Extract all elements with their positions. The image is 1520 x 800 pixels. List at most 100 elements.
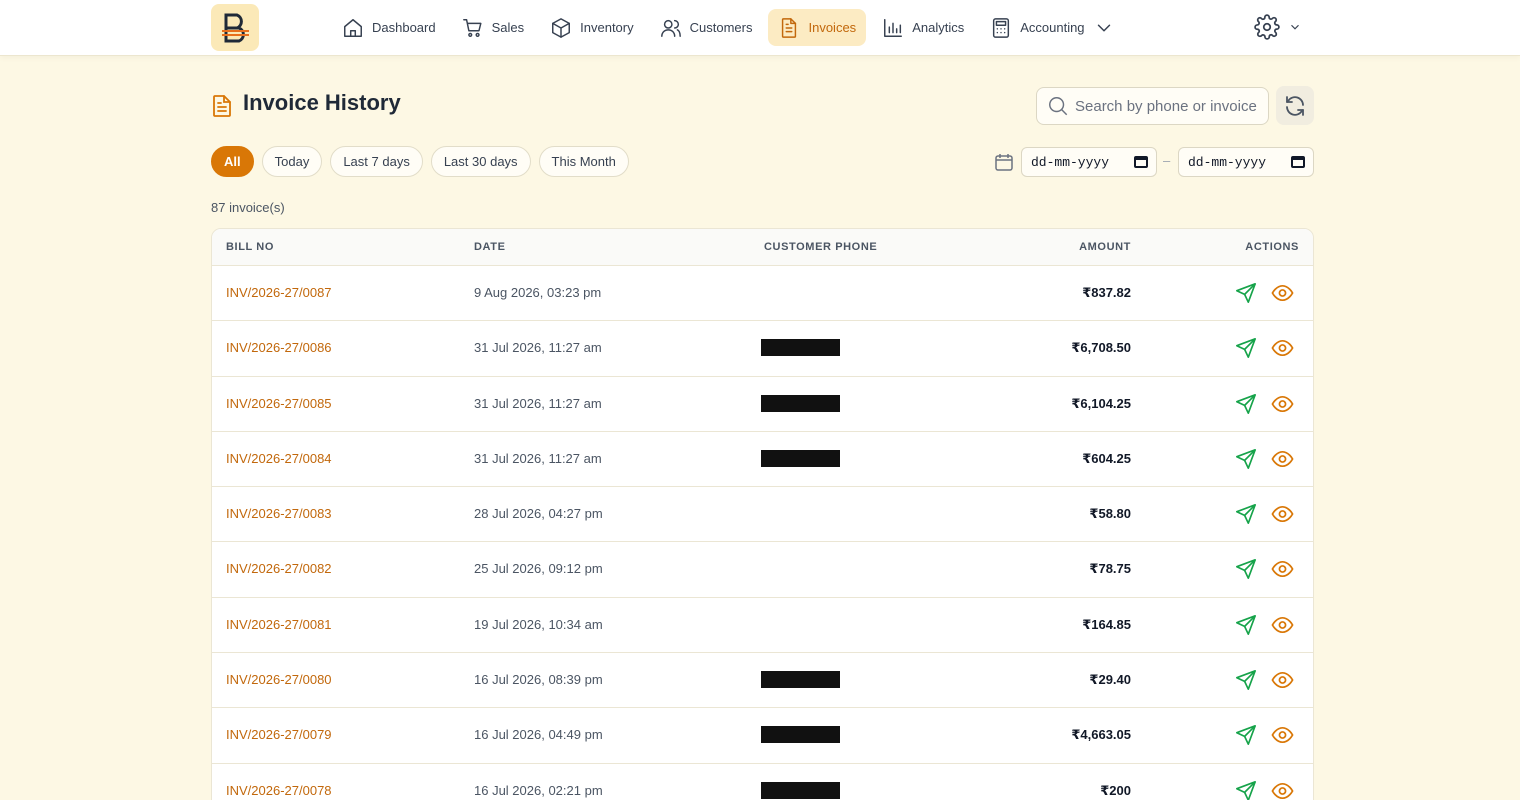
eye-icon[interactable] [1271, 283, 1294, 303]
eye-icon[interactable] [1271, 725, 1294, 745]
nav-label: Analytics [912, 20, 965, 35]
nav-item-inventory[interactable]: Inventory [540, 9, 643, 46]
invoice-amount: ₹164.85 [1082, 616, 1131, 632]
search-input[interactable] [1075, 97, 1260, 115]
bill-number-link[interactable]: INV/2026-27/0085 [226, 396, 332, 411]
customer-phone-redacted [761, 339, 840, 357]
invoice-date: 16 Jul 2026, 02:21 pm [474, 782, 603, 798]
table-row[interactable]: INV/2026-27/0080 16 Jul 2026, 08:39 pm ₹29… [212, 653, 1313, 709]
table-row[interactable]: INV/2026-27/0079 16 Jul 2026, 04:49 pm ₹4,… [212, 708, 1313, 764]
send-icon[interactable] [1235, 448, 1257, 470]
invoice-date: 31 Jul 2026, 11:27 am [474, 340, 602, 356]
settings-menu-button[interactable] [1254, 14, 1302, 40]
bill-number-link[interactable]: INV/2026-27/0086 [226, 340, 332, 355]
bill-number-link[interactable]: INV/2026-27/0078 [226, 783, 332, 798]
column-header-date[interactable]: DATE [474, 241, 506, 253]
nav-item-customers[interactable]: Customers [650, 9, 763, 46]
send-icon[interactable] [1235, 614, 1257, 636]
nav-label: Invoices [808, 20, 857, 35]
column-header-customer-phone[interactable]: CUSTOMER PHONE [764, 241, 877, 253]
eye-icon[interactable] [1271, 449, 1294, 469]
date-to-input[interactable]: dd-mm-yyyy [1178, 147, 1314, 177]
chevron-down-icon [1291, 24, 1299, 30]
search-box[interactable] [1036, 87, 1269, 125]
app-logo[interactable] [211, 4, 259, 51]
send-icon[interactable] [1235, 724, 1257, 746]
date-filter-chips: All Today Last 7 days Last 30 days This … [211, 146, 637, 177]
invoice-amount: ₹604.25 [1082, 450, 1131, 466]
invoice-date: 28 Jul 2026, 04:27 pm [474, 506, 603, 522]
nav-item-accounting[interactable]: Accounting [980, 9, 1132, 46]
send-icon[interactable] [1235, 780, 1257, 800]
invoice-date: 16 Jul 2026, 04:49 pm [474, 727, 603, 743]
invoice-date: 19 Jul 2026, 10:34 am [474, 616, 603, 632]
filter-chip-this-month[interactable]: This Month [538, 146, 629, 177]
invoice-amount: ₹200 [1100, 782, 1131, 798]
search-icon [1049, 97, 1068, 116]
send-icon[interactable] [1235, 558, 1257, 580]
nav-item-dashboard[interactable]: Dashboard [332, 9, 446, 46]
nav-label: Accounting [1020, 20, 1085, 35]
bill-number-link[interactable]: INV/2026-27/0084 [226, 451, 332, 466]
invoice-amount: ₹58.80 [1089, 506, 1131, 522]
filter-chip-last-7-days[interactable]: Last 7 days [330, 146, 423, 177]
filter-chip-today[interactable]: Today [261, 146, 323, 177]
column-header-actions: ACTIONS [1245, 241, 1299, 253]
nav-label: Dashboard [372, 20, 436, 35]
date-picker-icon[interactable] [1291, 156, 1305, 168]
table-row[interactable]: INV/2026-27/0086 31 Jul 2026, 11:27 am ₹6,… [212, 321, 1313, 377]
table-row[interactable]: INV/2026-27/0078 16 Jul 2026, 02:21 pm ₹20… [212, 764, 1313, 800]
invoice-amount: ₹837.82 [1082, 285, 1131, 300]
table-row[interactable]: INV/2026-27/0087 9 Aug 2026, 03:23 pm ₹837… [212, 266, 1313, 322]
invoice-amount: ₹4,663.05 [1071, 727, 1131, 743]
nav-item-sales[interactable]: Sales [452, 9, 535, 46]
date-from-placeholder: dd-mm-yyyy [1031, 154, 1110, 170]
bill-number-link[interactable]: INV/2026-27/0082 [226, 561, 332, 576]
customer-phone-redacted [761, 449, 840, 467]
filter-chip-last-30-days[interactable]: Last 30 days [430, 146, 531, 177]
table-row[interactable]: INV/2026-27/0084 31 Jul 2026, 11:27 am ₹60… [212, 432, 1313, 488]
bill-number-link[interactable]: INV/2026-27/0079 [226, 727, 332, 742]
send-icon[interactable] [1235, 282, 1257, 304]
send-icon[interactable] [1235, 503, 1257, 525]
nav-label: Inventory [580, 20, 634, 35]
invoice-document-icon [213, 95, 231, 117]
send-icon[interactable] [1235, 669, 1257, 691]
eye-icon[interactable] [1271, 559, 1294, 579]
nav-item-analytics[interactable]: Analytics [872, 9, 974, 46]
invoice-amount: ₹78.75 [1089, 561, 1131, 577]
table-row[interactable]: INV/2026-27/0085 31 Jul 2026, 11:27 am ₹6,… [212, 377, 1313, 432]
column-header-bill-no[interactable]: BILL NO [226, 241, 274, 253]
table-row[interactable]: INV/2026-27/0082 25 Jul 2026, 09:12 pm ₹78… [212, 542, 1313, 598]
table-row[interactable]: INV/2026-27/0081 19 Jul 2026, 10:34 am ₹16… [212, 598, 1313, 654]
eye-icon[interactable] [1271, 338, 1294, 358]
home-icon [344, 18, 362, 37]
bill-number-link[interactable]: INV/2026-27/0081 [226, 617, 332, 632]
date-picker-icon[interactable] [1134, 156, 1148, 168]
invoice-date: 16 Jul 2026, 08:39 pm [474, 672, 603, 688]
date-from-input[interactable]: dd-mm-yyyy [1021, 147, 1157, 177]
calendar-icon [995, 154, 1013, 171]
bill-number-link[interactable]: INV/2026-27/0083 [226, 506, 332, 521]
invoice-count: 87 invoice(s) [211, 200, 285, 215]
eye-icon[interactable] [1271, 615, 1294, 635]
bill-number-link[interactable]: INV/2026-27/0080 [226, 672, 332, 687]
page-title: Invoice History [243, 90, 401, 115]
chevron-down-icon [1097, 24, 1110, 31]
send-icon[interactable] [1235, 337, 1257, 359]
column-header-amount[interactable]: AMOUNT [1079, 241, 1131, 253]
refresh-button[interactable] [1276, 86, 1314, 125]
eye-icon[interactable] [1271, 670, 1294, 690]
send-icon[interactable] [1235, 393, 1257, 415]
nav-item-invoices[interactable]: Invoices [768, 9, 867, 46]
invoice-date: 31 Jul 2026, 11:27 am [474, 450, 602, 466]
table-row[interactable]: INV/2026-27/0083 28 Jul 2026, 04:27 pm ₹58… [212, 487, 1313, 543]
bill-number-link[interactable]: INV/2026-27/0087 [226, 285, 332, 300]
box-icon [552, 17, 571, 38]
date-to-placeholder: dd-mm-yyyy [1188, 154, 1267, 170]
eye-icon[interactable] [1271, 504, 1294, 524]
eye-icon[interactable] [1271, 394, 1294, 414]
table-body: INV/2026-27/0087 9 Aug 2026, 03:23 pm ₹837… [212, 266, 1313, 800]
eye-icon[interactable] [1271, 781, 1294, 800]
filter-chip-all[interactable]: All [211, 146, 254, 177]
